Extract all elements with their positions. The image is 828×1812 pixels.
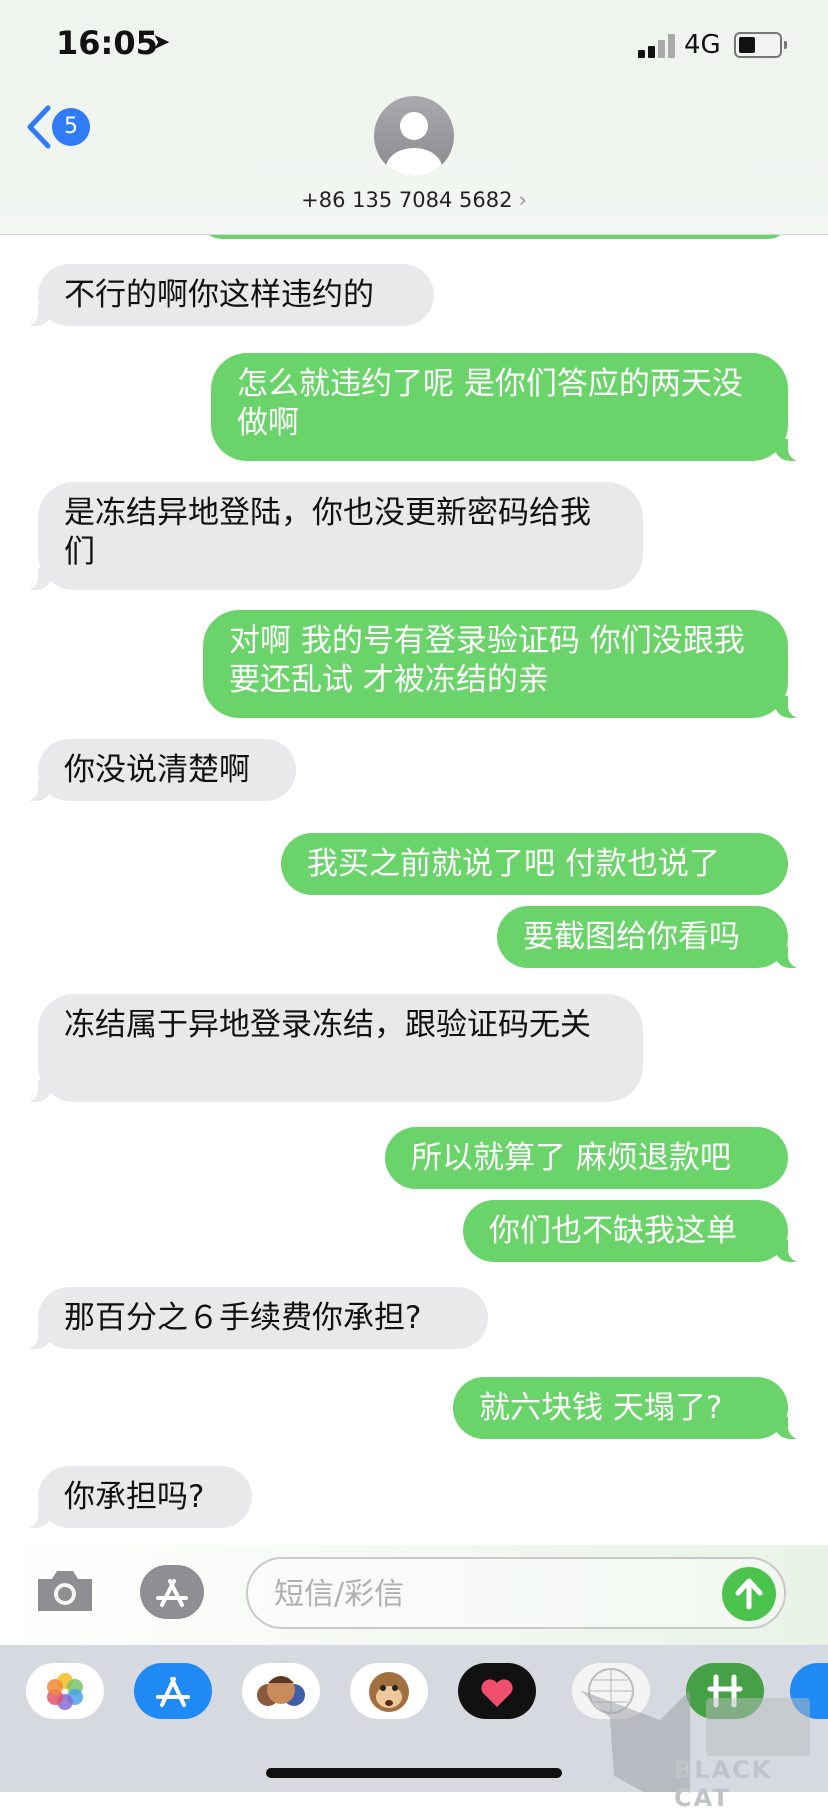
- arrow-up-icon: [735, 1578, 763, 1610]
- message-bubble-incoming[interactable]: 你承担吗?: [18, 1466, 252, 1528]
- message-bubble-outgoing[interactable]: 所以就算了 麻烦退款吧: [385, 1127, 788, 1189]
- photos-app-icon[interactable]: [26, 1663, 104, 1719]
- message-bubble-outgoing[interactable]: 要截图给你看吗: [497, 906, 808, 968]
- monkey-animoji-icon[interactable]: [350, 1663, 428, 1719]
- location-arrow-icon: ➤: [152, 30, 171, 55]
- contact-phone-number[interactable]: +86 135 7084 5682 ›: [0, 188, 828, 212]
- status-bar: 16:05 ➤ 4G: [0, 0, 828, 90]
- camera-icon[interactable]: [34, 1567, 96, 1615]
- app-store-button[interactable]: [140, 1565, 204, 1619]
- app-store-icon: [156, 1579, 188, 1607]
- person-icon: [386, 112, 442, 176]
- home-indicator[interactable]: [266, 1768, 562, 1778]
- battery-icon: [734, 32, 787, 58]
- message-field[interactable]: [246, 1557, 786, 1629]
- unread-count-badge[interactable]: 5: [52, 108, 90, 146]
- message-bubble-incoming[interactable]: 冻结属于异地登录冻结，跟验证码无关: [18, 994, 643, 1102]
- message-bubble-outgoing[interactable]: 对啊 我的号有登录验证码 你们没跟我要还乱试 才被冻结的亲: [203, 610, 808, 718]
- message-bubble-incoming[interactable]: 你没说清楚啊: [18, 739, 296, 801]
- message-bubble-incoming[interactable]: 不行的啊你这样违约的: [18, 264, 434, 326]
- message-bubble-outgoing[interactable]: 怎么就违约了呢 是你们答应的两天没做啊: [211, 353, 808, 461]
- back-chevron-icon[interactable]: [24, 102, 54, 152]
- status-time: 16:05: [56, 24, 158, 62]
- message-bubble-outgoing[interactable]: 就六块钱 天塌了?: [453, 1377, 808, 1439]
- message-bubble-outgoing-partial: [200, 235, 790, 239]
- message-bubble-outgoing[interactable]: 你们也不缺我这单: [463, 1200, 808, 1262]
- send-button[interactable]: [722, 1567, 776, 1621]
- watermark-brand: BLACK CAT: [674, 1756, 773, 1812]
- message-bubble-incoming[interactable]: 那百分之６手续费你承担?: [18, 1287, 488, 1349]
- memoji-app-icon[interactable]: [242, 1663, 320, 1719]
- app-store-app-icon[interactable]: [134, 1663, 212, 1719]
- cellular-signal-icon: [638, 34, 678, 58]
- digital-touch-icon[interactable]: [458, 1663, 536, 1719]
- network-type: 4G: [684, 30, 721, 60]
- message-list[interactable]: 不行的啊你这样违约的 怎么就违约了呢 是你们答应的两天没做啊 是冻结异地登陆，你…: [0, 235, 828, 1545]
- chevron-right-icon: ›: [518, 188, 527, 212]
- composer-bar: [0, 1545, 828, 1645]
- message-bubble-incoming[interactable]: 是冻结异地登陆，你也没更新密码给我们: [18, 482, 643, 590]
- message-bubble-outgoing[interactable]: 我买之前就说了吧 付款也说了: [281, 833, 788, 895]
- contact-avatar[interactable]: [374, 96, 454, 176]
- message-input[interactable]: [272, 1573, 696, 1615]
